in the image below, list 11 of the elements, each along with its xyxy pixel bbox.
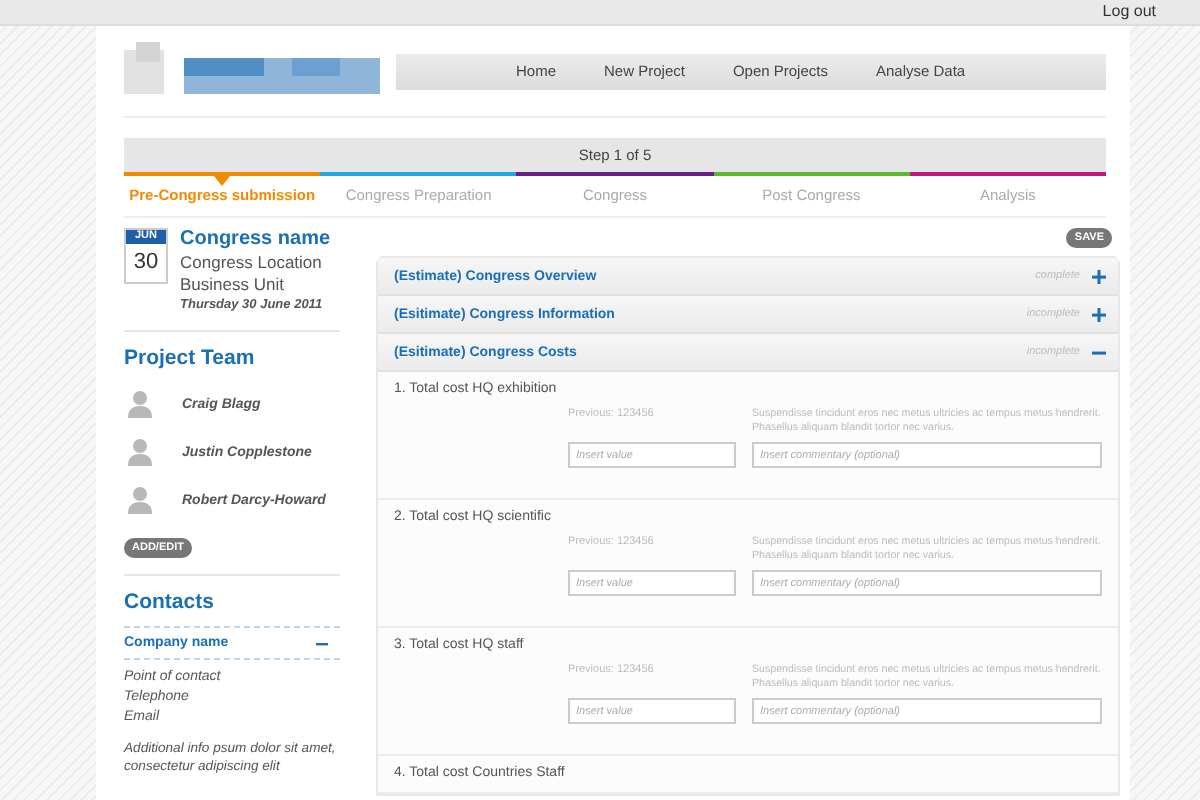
pointer-icon [214, 176, 231, 186]
business-unit: Business Unit [180, 273, 286, 294]
section-heading: Project Team [124, 346, 257, 370]
user-icon [128, 390, 152, 418]
congress-name: Congress name [180, 228, 331, 252]
calendar-day: 30 [126, 244, 166, 280]
user-icon [128, 438, 152, 466]
congress-location: Congress Location [180, 252, 324, 273]
section-heading: Contacts [124, 590, 216, 614]
logout-link[interactable]: Log out [1102, 0, 1156, 24]
user-icon [128, 486, 152, 514]
